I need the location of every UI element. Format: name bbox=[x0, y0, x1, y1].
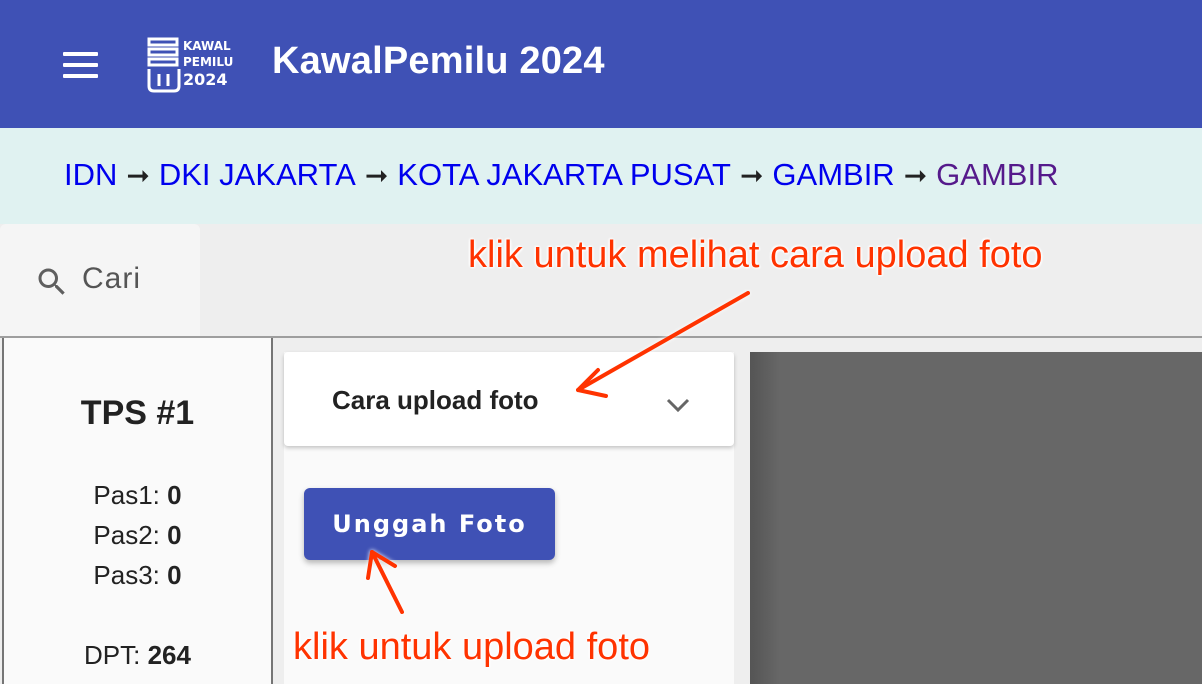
breadcrumb-separator: ➞ bbox=[364, 159, 389, 192]
breadcrumb-separator: ➞ bbox=[739, 159, 764, 192]
stat-pas1: Pas1: 0 bbox=[4, 480, 271, 511]
breadcrumb-item-village[interactable]: GAMBIR bbox=[936, 157, 1058, 192]
annotation-howto: klik untuk melihat cara upload foto bbox=[468, 234, 1043, 276]
logo-text-line: KAWAL bbox=[183, 39, 231, 53]
annotation-upload: klik untuk upload foto bbox=[293, 626, 651, 668]
app-title: KawalPemilu 2024 bbox=[272, 40, 605, 82]
upload-photo-button[interactable]: Unggah Foto bbox=[304, 488, 555, 560]
stat-label: Pas3: bbox=[93, 560, 160, 590]
breadcrumb-item-idn[interactable]: IDN bbox=[64, 157, 117, 192]
menu-button[interactable] bbox=[54, 40, 106, 88]
stat-value: 0 bbox=[167, 480, 182, 510]
kawalpemilu-logo: KAWAL PEMILU 2024 bbox=[146, 36, 236, 94]
stat-value: 264 bbox=[147, 640, 191, 670]
breadcrumb-separator: ➞ bbox=[126, 159, 150, 192]
logo-text-line: PEMILU bbox=[183, 55, 234, 69]
stat-label: DPT: bbox=[84, 640, 141, 670]
stat-dpt: DPT: 264 bbox=[4, 640, 271, 671]
breadcrumb-item-province[interactable]: DKI JAKARTA bbox=[159, 157, 356, 192]
search-icon bbox=[38, 268, 65, 295]
tps-summary-panel: TPS #1 Pas1: 0 Pas2: 0 Pas3: 0 DPT: 264 bbox=[2, 338, 273, 684]
stat-label: Pas2: bbox=[93, 520, 160, 550]
menu-icon-bar bbox=[63, 63, 98, 67]
upload-howto-expander[interactable]: Cara upload foto bbox=[284, 352, 734, 446]
breadcrumb-item-district[interactable]: GAMBIR bbox=[772, 157, 894, 192]
menu-icon-bar bbox=[63, 52, 98, 56]
chevron-down-icon bbox=[666, 398, 690, 413]
search-label: Cari bbox=[82, 262, 142, 295]
stat-pas2: Pas2: 0 bbox=[4, 520, 271, 551]
menu-icon-bar bbox=[63, 74, 98, 78]
stat-pas3: Pas3: 0 bbox=[4, 560, 271, 591]
stat-value: 0 bbox=[167, 520, 182, 550]
breadcrumb: IDN ➞ DKI JAKARTA ➞ KOTA JAKARTA PUSAT ➞ GAMBI… bbox=[64, 157, 1058, 193]
breadcrumb-separator: ➞ bbox=[903, 159, 928, 192]
tps-title: TPS #1 bbox=[80, 394, 195, 432]
app-toolbar: KAWAL PEMILU 2024 KawalPemilu 2024 bbox=[0, 0, 1202, 128]
stat-label: Pas1: bbox=[93, 480, 160, 510]
expander-title: Cara upload foto bbox=[332, 385, 539, 415]
breadcrumb-item-city[interactable]: KOTA JAKARTA PUSAT bbox=[397, 157, 731, 192]
photo-preview-shade bbox=[750, 352, 780, 684]
ballot-box-icon bbox=[147, 37, 181, 93]
stat-value: 0 bbox=[167, 560, 182, 590]
photo-preview bbox=[750, 352, 1202, 684]
logo-text-line: 2024 bbox=[183, 70, 228, 89]
